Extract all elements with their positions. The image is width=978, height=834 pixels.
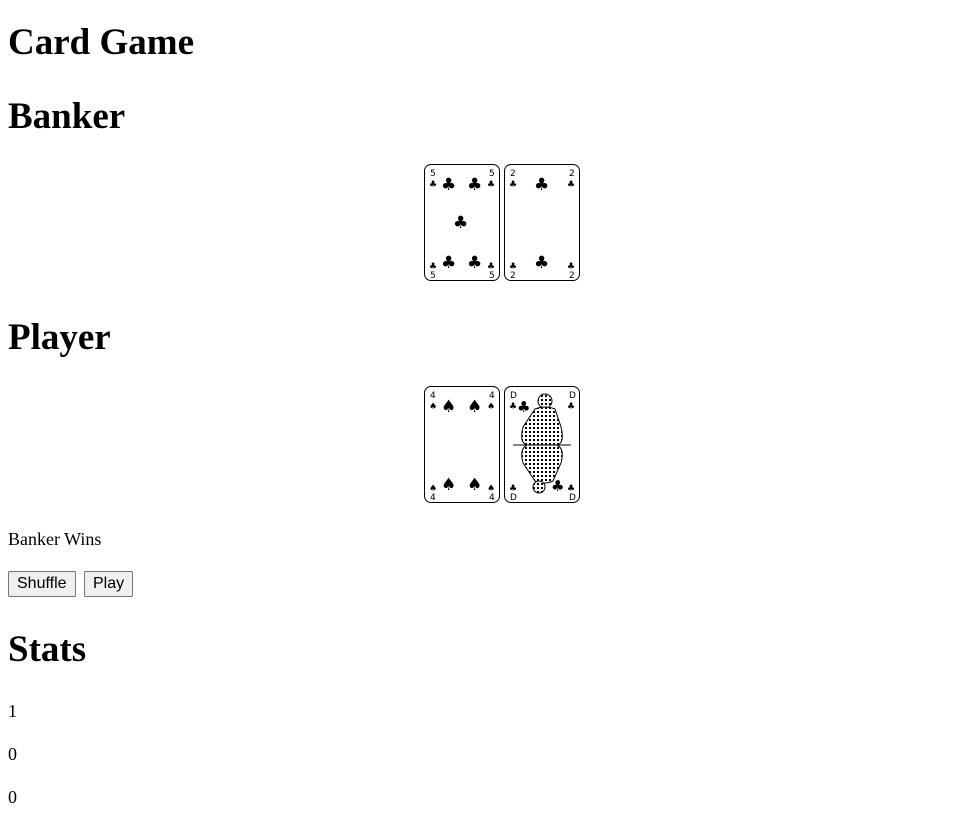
svg-text:5: 5 [489,271,495,280]
svg-text:2: 2 [510,169,516,179]
banker-hand: 5 5 ♣ ♣ ♣ ♣ ♣ ♣ ♣ ♣ ♣ 5 5 2 2 ♣ ♣ ♣ ♣ ♣ … [424,164,580,281]
svg-text:D: D [510,493,517,502]
five-of-clubs-card: 5 5 ♣ ♣ ♣ ♣ ♣ ♣ ♣ ♣ ♣ 5 5 [424,164,500,281]
svg-text:4: 4 [489,493,495,502]
stats-heading: Stats [8,629,87,670]
svg-text:♠: ♠ [467,397,482,417]
svg-text:4: 4 [430,391,436,401]
queen-of-clubs-card: D D ♣ ♣ ♣ ♣ ♣ ♣ D D [504,386,580,503]
svg-text:2: 2 [569,271,575,280]
player-heading: Player [8,317,111,358]
svg-text:♣: ♣ [567,402,575,412]
svg-text:♣: ♣ [534,253,549,273]
svg-text:♠: ♠ [441,397,456,417]
svg-text:2: 2 [569,169,575,179]
svg-text:5: 5 [430,271,436,280]
svg-text:♣: ♣ [441,175,456,195]
player-hand: 4 4 ♠ ♠ ♠ ♠ ♠ ♠ ♠ ♠ 4 4 D D ♣ ♣ ♣ ♣ ♣ ♣ … [424,386,580,503]
page-title: Card Game [8,22,194,63]
svg-text:♠: ♠ [429,402,437,412]
stat-value: 0 [8,744,17,764]
banker-heading: Banker [8,96,126,137]
svg-text:♣: ♣ [467,175,482,195]
svg-text:D: D [510,391,517,401]
stat-value: 1 [8,701,17,721]
stat-value: 0 [8,787,17,807]
four-of-spades-card: 4 4 ♠ ♠ ♠ ♠ ♠ ♠ ♠ ♠ 4 4 [424,386,500,503]
svg-text:♣: ♣ [509,402,517,412]
svg-text:♣: ♣ [509,180,517,190]
two-of-clubs-card: 2 2 ♣ ♣ ♣ ♣ ♣ ♣ 2 2 [504,164,580,281]
svg-text:♣: ♣ [517,398,530,416]
svg-text:5: 5 [489,169,495,179]
svg-text:♣: ♣ [534,175,549,195]
svg-text:♣: ♣ [429,180,437,190]
play-button[interactable]: Play [84,571,134,597]
svg-text:♠: ♠ [441,475,456,495]
svg-text:♣: ♣ [487,180,495,190]
svg-text:4: 4 [430,493,436,502]
svg-text:♠: ♠ [467,475,482,495]
svg-text:♣: ♣ [567,180,575,190]
svg-text:4: 4 [489,391,495,401]
svg-text:D: D [569,391,576,401]
svg-text:♣: ♣ [467,253,482,273]
result-text: Banker Wins [8,529,102,549]
svg-text:♣: ♣ [551,477,564,495]
svg-text:2: 2 [510,271,516,280]
shuffle-button[interactable]: Shuffle [8,571,76,597]
svg-text:D: D [569,493,576,502]
svg-text:♣: ♣ [441,253,456,273]
svg-text:♠: ♠ [487,402,495,412]
svg-text:5: 5 [430,169,436,179]
svg-text:♣: ♣ [453,213,468,233]
